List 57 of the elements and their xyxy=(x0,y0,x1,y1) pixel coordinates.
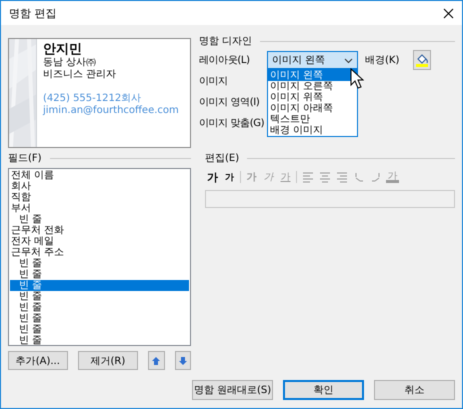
list-item[interactable]: 빈 줄 xyxy=(10,335,189,345)
list-item[interactable]: 전자 메일 xyxy=(10,236,189,247)
grow-font-button[interactable]: 가 xyxy=(206,170,219,184)
close-icon[interactable] xyxy=(443,8,454,18)
move-up-button[interactable] xyxy=(148,351,165,370)
section-heading: 편집(E) xyxy=(205,152,240,165)
field-label: 이미지 영역(I) xyxy=(199,96,260,109)
align-icon xyxy=(320,172,330,182)
field-label: 이미지 맞춤(G) xyxy=(199,117,266,130)
list-item[interactable]: 빈 줄 xyxy=(10,269,189,280)
phone-text: (425) 555-1212회사 xyxy=(43,93,142,105)
company-text: 동남 상사㈜ xyxy=(43,57,98,69)
list-item[interactable]: 빈 줄 xyxy=(10,324,189,335)
field-label: 이미지 xyxy=(199,75,229,88)
list-item[interactable]: 빈 줄 xyxy=(10,302,189,313)
dialog-button[interactable]: 명함 원래대로(S) xyxy=(192,380,273,400)
list-item[interactable]: 전체 이름 xyxy=(10,170,189,181)
contact-name: 안지민 xyxy=(43,42,83,57)
dialog-button[interactable]: 확인 xyxy=(283,380,364,400)
section-heading: 필드(F) xyxy=(8,152,42,165)
field-label: 레이아웃(L) xyxy=(199,54,251,67)
list-item[interactable]: 근무처 전화 xyxy=(10,225,189,236)
list-item[interactable]: 빈 줄 xyxy=(10,280,189,291)
shrink-font-button[interactable]: 가 xyxy=(223,170,236,184)
list-item[interactable]: 빈 줄 xyxy=(10,313,189,324)
dropdown-option[interactable]: 이미지 위쪽 xyxy=(268,92,357,103)
section-heading: 명함 디자인 xyxy=(199,35,252,48)
remove-button[interactable]: 제거(R) xyxy=(78,351,138,370)
text-field[interactable] xyxy=(205,190,455,208)
align-icon xyxy=(302,172,312,182)
field-label: 배경(K) xyxy=(365,54,400,67)
list-item[interactable]: 회사 xyxy=(10,181,189,192)
window-title: 명함 편집 xyxy=(9,6,56,20)
job-title-text: 비즈니스 관리자 xyxy=(43,69,118,81)
layout-dropdown[interactable]: 이미지 왼쪽 xyxy=(267,51,358,69)
dropdown-option[interactable]: 이미지 왼쪽 xyxy=(268,70,357,81)
dropdown-option[interactable]: 이미지 아래쪽 xyxy=(268,103,357,114)
list-item[interactable]: 빈 줄 xyxy=(10,291,189,302)
fill-color-button[interactable] xyxy=(413,50,432,70)
dropdown-option[interactable]: 배경 이미지 xyxy=(268,125,357,136)
align-icon xyxy=(336,172,346,182)
list-item[interactable]: 직함 xyxy=(10,192,189,203)
list-item[interactable]: 근무처 주소 xyxy=(10,247,189,258)
list-item[interactable]: 부서 xyxy=(10,203,189,214)
dialog-button[interactable]: 취소 xyxy=(374,380,455,400)
email-text: jimin.an@fourthcoffee.com xyxy=(43,105,179,117)
move-down-button[interactable] xyxy=(174,351,191,370)
arrow-down-icon xyxy=(178,356,187,364)
arrow-up-icon xyxy=(152,356,160,364)
add-button[interactable]: 추가(A)... xyxy=(8,351,68,370)
list-item[interactable]: 빈 줄 xyxy=(10,214,189,225)
arrow-icon xyxy=(354,172,364,182)
dropdown-option[interactable]: 텍스트만 xyxy=(268,114,357,125)
arrow-icon xyxy=(370,172,380,182)
paint-bucket-icon xyxy=(415,53,430,67)
list-item[interactable]: 빈 줄 xyxy=(10,258,189,269)
chevron-down-icon xyxy=(344,56,353,64)
